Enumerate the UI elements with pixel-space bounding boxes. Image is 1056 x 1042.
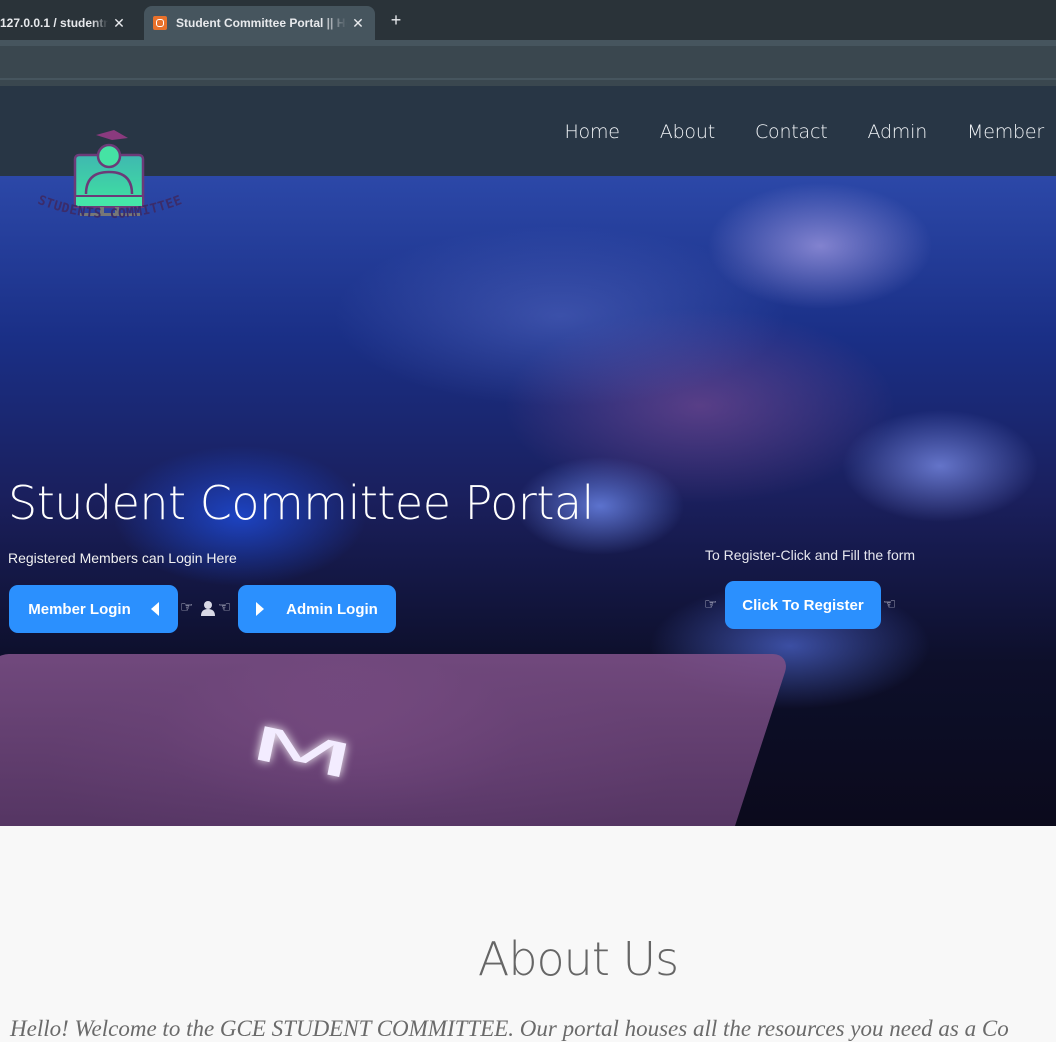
students-committee-logo[interactable]: STUDENTS COMMITTEE <box>20 120 200 230</box>
tab-close-icon[interactable]: ✕ <box>108 15 130 32</box>
nav-admin[interactable]: Admin <box>867 121 927 143</box>
browser-tab-active[interactable]: Student Committee Portal || Home ✕ <box>144 6 375 40</box>
browser-tab[interactable]: 127.0.0.1 / studentm ✕ <box>0 6 136 40</box>
new-tab-button[interactable]: + <box>386 8 406 32</box>
about-text: Hello! Welcome to the GCE STUDENT COMMIT… <box>10 1016 1009 1041</box>
admin-login-button[interactable]: Admin Login <box>238 585 396 633</box>
caret-left-icon <box>150 602 159 616</box>
admin-login-label: Admin Login <box>286 600 378 618</box>
address-bar[interactable] <box>0 46 1056 78</box>
register-caption: To Register-Click and Fill the form <box>705 547 916 563</box>
hand-point-left-icon: ☜ <box>218 599 232 616</box>
register-button[interactable]: Click To Register <box>725 581 881 629</box>
user-icon <box>201 601 215 616</box>
member-login-label: Member Login <box>28 600 131 618</box>
tab-title: 127.0.0.1 / studentm <box>0 16 108 30</box>
hero-keyboard-key <box>0 654 791 826</box>
register-label: Click To Register <box>742 596 864 614</box>
nav-home[interactable]: Home <box>564 121 620 143</box>
hero-subtitle: Registered Members can Login Here <box>8 550 237 566</box>
graduation-cap-icon <box>96 130 128 140</box>
member-login-button[interactable]: Member Login <box>9 585 178 633</box>
nav-about[interactable]: About <box>660 121 715 143</box>
hand-point-right-icon: ☞ <box>180 599 194 616</box>
browser-tab-bar: 127.0.0.1 / studentm ✕ Student Committee… <box>0 0 1056 40</box>
hand-point-right-icon: ☞ <box>704 596 718 613</box>
hero-title: Student Committee Portal <box>8 476 594 530</box>
about-title: About Us <box>477 932 679 986</box>
tab-title: Student Committee Portal || Home <box>176 16 347 30</box>
xampp-favicon-icon <box>153 16 167 30</box>
browser-toolbar <box>0 40 1056 86</box>
tab-close-icon[interactable]: ✕ <box>347 15 369 32</box>
hand-point-left-icon: ☜ <box>883 596 897 613</box>
nav-member[interactable]: Member <box>967 121 1044 143</box>
main-nav: Home About Contact Admin Member <box>524 121 1044 143</box>
caret-right-icon <box>256 602 265 616</box>
nav-contact[interactable]: Contact <box>755 121 828 143</box>
